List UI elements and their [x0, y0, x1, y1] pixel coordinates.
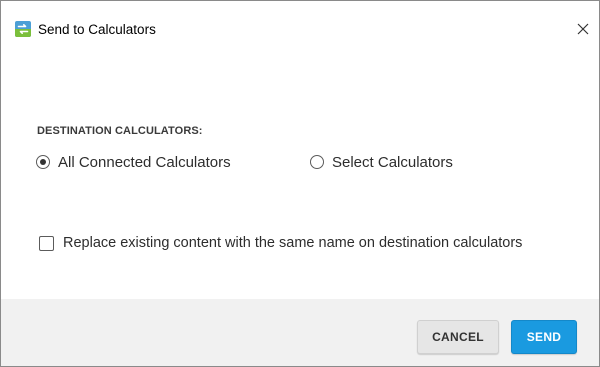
send-button[interactable]: SEND: [511, 320, 577, 354]
cancel-button[interactable]: CANCEL: [417, 320, 499, 354]
replace-existing-label: Replace existing content with the same n…: [63, 235, 523, 251]
radio-select-calculators[interactable]: Select Calculators: [310, 152, 453, 172]
destination-section-label: DESTINATION CALCULATORS:: [37, 125, 203, 137]
replace-existing-content-option[interactable]: Replace existing content with the same n…: [39, 233, 522, 253]
calculator-transfer-icon: [15, 21, 31, 37]
radio-all-connected-calculators[interactable]: All Connected Calculators: [36, 152, 231, 172]
title-bar: Send to Calculators: [1, 1, 599, 41]
radio-label-select-calculators: Select Calculators: [332, 153, 453, 171]
send-to-calculators-dialog: Send to Calculators DESTINATION CALCULAT…: [0, 0, 600, 367]
radio-button-selected[interactable]: [36, 155, 50, 169]
replace-existing-checkbox[interactable]: [39, 235, 54, 251]
radio-button-unselected[interactable]: [310, 155, 324, 169]
dialog-footer: CANCEL SEND: [1, 299, 599, 366]
close-button[interactable]: [571, 17, 595, 41]
close-icon: [577, 23, 589, 35]
window-title: Send to Calculators: [38, 22, 156, 37]
radio-label-all-connected: All Connected Calculators: [58, 153, 231, 171]
